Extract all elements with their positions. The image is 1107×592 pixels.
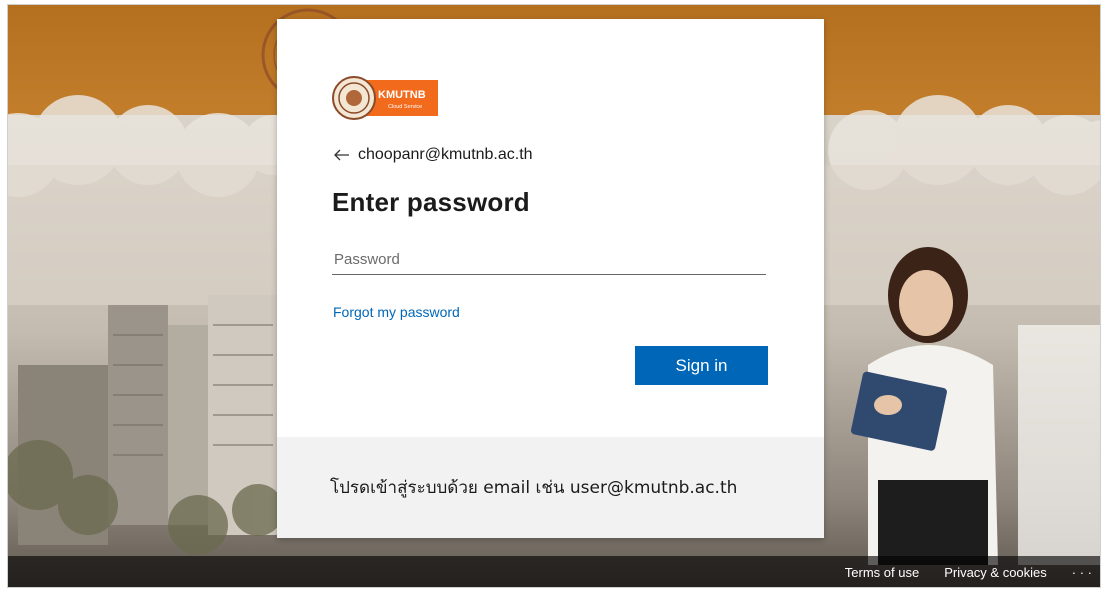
card-main: KMUTNB Cloud Service choopanr@kmutnb.ac.… <box>277 19 824 437</box>
more-options-button[interactable]: · · · <box>1072 565 1092 580</box>
identity-banner[interactable]: choopanr@kmutnb.ac.th <box>334 144 533 166</box>
footer-note: โปรดเข้าสู่ระบบด้วย email เช่น user@kmut… <box>330 478 738 498</box>
identity-email: choopanr@kmutnb.ac.th <box>358 146 533 163</box>
privacy-cookies-link[interactable]: Privacy & cookies <box>944 565 1047 580</box>
svg-text:Cloud Service: Cloud Service <box>388 104 422 110</box>
sign-in-card: KMUTNB Cloud Service choopanr@kmutnb.ac.… <box>277 19 824 538</box>
forgot-password-link[interactable]: Forgot my password <box>333 304 460 320</box>
footer-bar: Terms of use Privacy & cookies · · · <box>8 556 1100 587</box>
page-title: Enter password <box>332 187 530 217</box>
sign-in-button[interactable]: Sign in <box>635 346 768 385</box>
password-input[interactable] <box>332 245 766 275</box>
kmutnb-logo: KMUTNB Cloud Service <box>332 76 438 120</box>
card-footer: โปรดเข้าสู่ระบบด้วย email เช่น user@kmut… <box>277 437 824 538</box>
svg-text:KMUTNB: KMUTNB <box>378 89 426 101</box>
footer-links: Terms of use Privacy & cookies · · · <box>820 556 1092 587</box>
back-arrow-icon[interactable] <box>334 149 350 161</box>
terms-of-use-link[interactable]: Terms of use <box>845 565 919 580</box>
